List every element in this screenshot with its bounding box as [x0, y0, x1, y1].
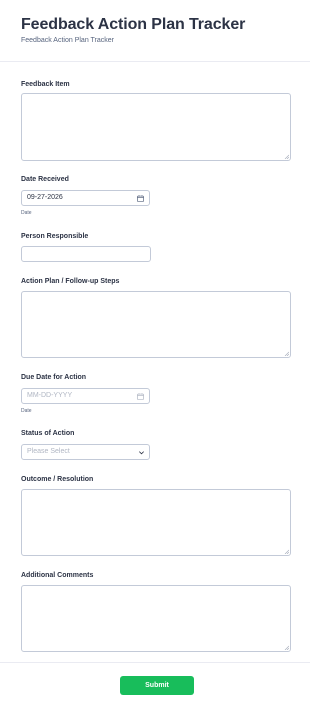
calendar-icon[interactable] [137, 393, 144, 400]
submit-button[interactable]: Submit [120, 676, 194, 695]
date-received-label: Date Received [21, 176, 69, 183]
due-date-label: Due Date for Action [21, 374, 87, 381]
form-title: Feedback Action Plan Tracker [21, 16, 246, 33]
resize-grip-icon[interactable] [284, 351, 289, 356]
due-date-placeholder: MM-DD-YYYY [27, 392, 73, 399]
status-selected-value: Please Select [27, 448, 70, 455]
form-header: Feedback Action Plan Tracker Feedback Ac… [0, 0, 310, 62]
action-plan-label: Action Plan / Follow-up Steps [21, 278, 120, 285]
additional-comments-label: Additional Comments [21, 572, 94, 579]
resize-grip-icon[interactable] [284, 645, 289, 650]
outcome-label: Outcome / Resolution [21, 476, 94, 483]
action-plan-textarea[interactable] [21, 291, 291, 358]
due-date-input[interactable]: MM-DD-YYYY [21, 388, 150, 404]
calendar-icon[interactable] [137, 195, 144, 202]
chevron-down-icon [139, 451, 144, 455]
resize-grip-icon[interactable] [284, 549, 289, 554]
outcome-textarea[interactable] [21, 489, 291, 556]
date-received-input[interactable]: 09-27-2026 [21, 190, 150, 206]
status-label: Status of Action [21, 430, 75, 437]
additional-comments-textarea[interactable] [21, 585, 291, 652]
footer-divider [0, 662, 310, 663]
feedback-item-label: Feedback Item [21, 81, 70, 88]
person-responsible-input[interactable] [21, 246, 151, 262]
person-responsible-label: Person Responsible [21, 233, 89, 240]
status-select[interactable]: Please Select [21, 444, 150, 460]
due-date-sublabel: Date [21, 408, 32, 414]
form-subtitle: Feedback Action Plan Tracker [21, 37, 114, 44]
date-received-sublabel: Date [21, 210, 32, 216]
resize-grip-icon[interactable] [284, 154, 289, 159]
feedback-item-textarea[interactable] [21, 93, 291, 161]
date-received-value: 09-27-2026 [27, 194, 63, 201]
